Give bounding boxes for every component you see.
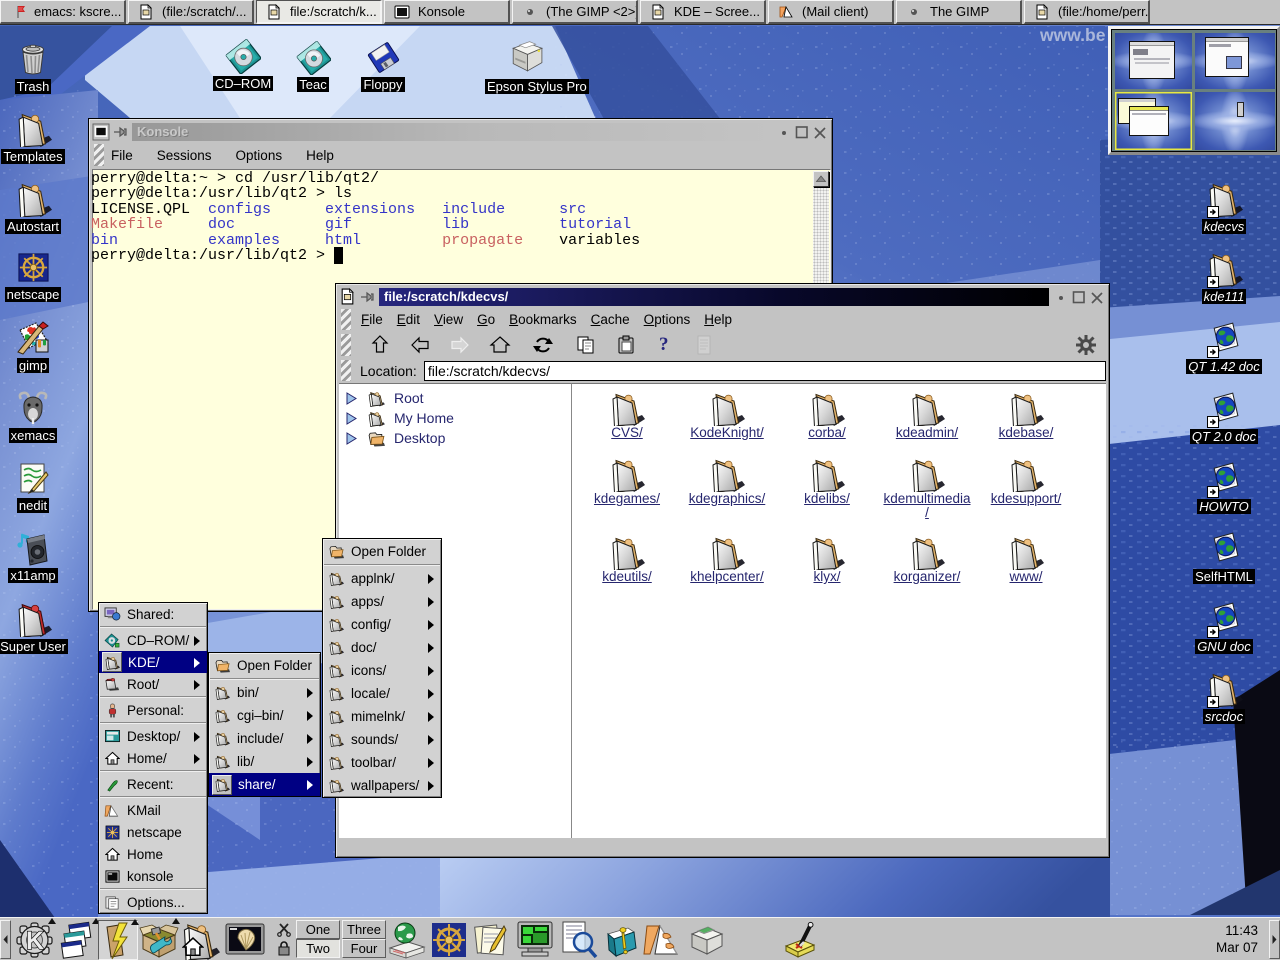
svg-text:www.be: www.be xyxy=(1039,25,1106,45)
